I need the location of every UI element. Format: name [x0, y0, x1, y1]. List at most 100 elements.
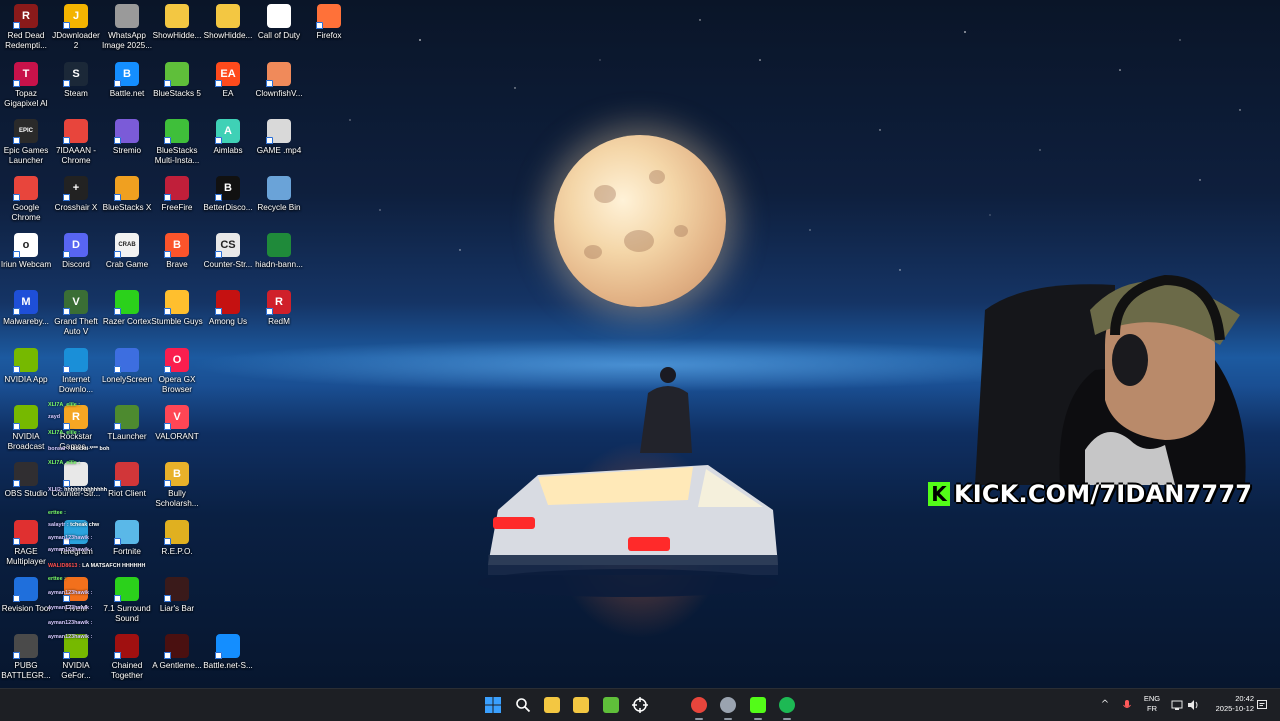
desktop-icon[interactable]: Razer Cortex — [101, 290, 153, 327]
chat-text: LA MATSAFCH HHHHHH — [80, 563, 146, 569]
desktop-icon[interactable]: R.E.P.O. — [151, 520, 203, 557]
revision-tool-icon — [13, 577, 38, 602]
desktop-icon[interactable]: LonelyScreen — [101, 348, 153, 385]
desktop-icon[interactable]: NVIDIA Broadcast — [0, 405, 52, 452]
desktop-icon[interactable]: OBS Studio — [0, 462, 52, 499]
desktop-icon[interactable]: CRAB Crab Game — [101, 233, 153, 270]
desktop-icon[interactable]: Revision Tool — [0, 577, 52, 614]
desktop-icon-label: Firefox — [316, 31, 342, 40]
kick-studio-button[interactable] — [747, 694, 769, 720]
desktop-icon-label: Chained Together — [111, 661, 143, 680]
internet-download-manager-icon — [63, 348, 88, 373]
desktop-icon[interactable]: Counter-Str... — [50, 462, 102, 499]
desktop-icon[interactable]: A Gentleme... — [151, 634, 203, 671]
microphone-icon[interactable] — [1121, 699, 1133, 711]
desktop-icon[interactable]: B BetterDisco... — [202, 176, 254, 213]
desktop-icon[interactable]: A Aimlabs — [202, 119, 254, 156]
desktop-icon[interactable]: RAGE Multiplayer — [0, 520, 52, 567]
redm-icon: R — [266, 290, 291, 315]
desktop-icon[interactable]: Call of Duty — [253, 4, 305, 41]
show-hidden-icons-chevron[interactable]: ^ — [1099, 699, 1111, 711]
desktop-icon[interactable]: o Iriun Webcam — [0, 233, 52, 270]
desktop-icon[interactable]: J JDownloader 2 — [50, 4, 102, 51]
spotify-button[interactable] — [776, 694, 798, 720]
input-language-indicator[interactable]: ENG FR — [1143, 694, 1161, 714]
search-button[interactable] — [512, 694, 534, 716]
desktop-icon[interactable]: PUBG BATTLEGR... — [0, 634, 52, 681]
desktop-icon[interactable]: Recycle Bin — [253, 176, 305, 213]
desktop-icon[interactable]: 7IDAAAN - Chrome — [50, 119, 102, 166]
desktop-icon-label: ClownfishV... — [255, 89, 303, 98]
desktop-icon[interactable]: EA EA — [202, 62, 254, 99]
network-icon[interactable] — [1171, 699, 1183, 711]
desktop-icon[interactable]: ShowHidde... — [202, 4, 254, 41]
desktop-icon[interactable]: B Bully Scholarsh... — [151, 462, 203, 509]
desktop-icon[interactable]: + Crosshair X — [50, 176, 102, 213]
crab-game-icon: CRAB — [114, 233, 139, 258]
spotify-icon — [779, 697, 795, 713]
desktop-icon[interactable]: NVIDIA App — [0, 348, 52, 385]
desktop-icon[interactable]: BlueStacks X — [101, 176, 153, 213]
desktop-icon[interactable]: BlueStacks 5 — [151, 62, 203, 99]
nvidia-icon — [13, 348, 38, 373]
desktop-icon[interactable]: 7.1 Surround Sound — [101, 577, 153, 624]
desktop-icon[interactable]: T Topaz Gigapixel AI — [0, 62, 52, 109]
microsoft-store-button[interactable] — [570, 694, 592, 716]
desktop-icon[interactable]: Fortnite — [101, 520, 153, 557]
desktop-icon[interactable]: Google Chrome — [0, 176, 52, 223]
crosshair-button[interactable] — [629, 694, 651, 716]
desktop-icon-label: Recycle Bin — [257, 203, 301, 212]
desktop-icon[interactable]: Liar's Bar — [151, 577, 203, 614]
desktop-icon[interactable]: R Red Dead Redempti... — [0, 4, 52, 51]
desktop-icon[interactable]: Stremio — [101, 119, 153, 156]
start-button[interactable] — [482, 694, 504, 716]
rockstar-icon: R — [63, 405, 88, 430]
desktop-icon[interactable]: R Rockstar Games... — [50, 405, 102, 452]
kick-channel-banner: K KICK.COM/7IDAN7777 — [928, 478, 1258, 510]
nvidia-broadcast-icon — [13, 405, 38, 430]
desktop-icon[interactable]: Chained Together — [101, 634, 153, 681]
desktop-icon[interactable]: hiadn-bann... — [253, 233, 305, 270]
desktop-icon[interactable]: NVIDIA GeFor... — [50, 634, 102, 681]
ea-icon: EA — [215, 62, 240, 87]
desktop-icon[interactable]: WhatsApp Image 2025... — [101, 4, 153, 51]
desktop-icon[interactable]: Firefox — [303, 4, 355, 41]
desktop-icon[interactable]: BlueStacks Multi-Insta... — [151, 119, 203, 166]
desktop-icon[interactable]: B Battle.net — [101, 62, 153, 99]
desktop-icon[interactable]: R RedM — [253, 290, 305, 327]
desktop-icon-label: NVIDIA App — [4, 375, 48, 384]
desktop-icon-label: OBS Studio — [4, 489, 48, 498]
desktop-icon[interactable]: Internet Downlo... — [50, 348, 102, 395]
desktop-icon[interactable]: Riot Client — [101, 462, 153, 499]
desktop-icon-label: EA — [222, 89, 234, 98]
desktop-icon[interactable]: B Brave — [151, 233, 203, 270]
desktop-icon[interactable]: GAME .mp4 — [253, 119, 305, 156]
desktop-icon[interactable]: CS Counter-Str... — [202, 233, 254, 270]
desktop-icon[interactable]: TLauncher — [101, 405, 153, 442]
folder-icon — [544, 697, 560, 713]
desktop-icon[interactable]: S Steam — [50, 62, 102, 99]
desktop-icon[interactable]: Stumble Guys — [151, 290, 203, 327]
desktop-icon[interactable]: Among Us — [202, 290, 254, 327]
desktop-icon[interactable]: ShowHidde... — [151, 4, 203, 41]
desktop-icon[interactable]: Battle.net-S... — [202, 634, 254, 671]
desktop-icon[interactable]: ClownfishV... — [253, 62, 305, 99]
chat-message: XLIl2: hhhhhhhhhhhhh — [48, 487, 107, 493]
desktop-icon[interactable]: M Malwareby... — [0, 290, 52, 327]
desktop-icon[interactable]: FreeFire — [151, 176, 203, 213]
chat-message: ayman123hawik : — [48, 535, 92, 541]
system-clock[interactable]: 20:42 2025-10-12 — [1204, 694, 1254, 714]
iriun-webcam-icon: o — [13, 233, 38, 258]
file-explorer-button[interactable] — [541, 694, 563, 716]
desktop-icon-label: Epic Games Launcher — [3, 146, 49, 165]
desktop-icon[interactable]: V Grand Theft Auto V — [50, 290, 102, 337]
desktop-icon[interactable]: EPIC Epic Games Launcher — [0, 119, 52, 166]
volume-icon[interactable] — [1187, 699, 1199, 711]
steam-button[interactable] — [717, 694, 739, 720]
chrome-button[interactable] — [688, 694, 710, 720]
desktop-icon[interactable]: O Opera GX Browser — [151, 348, 203, 395]
notification-center-icon[interactable] — [1256, 699, 1268, 711]
bluestacks-button[interactable] — [600, 694, 622, 716]
desktop-icon[interactable]: V VALORANT — [151, 405, 203, 442]
desktop-icon[interactable]: D Discord — [50, 233, 102, 270]
